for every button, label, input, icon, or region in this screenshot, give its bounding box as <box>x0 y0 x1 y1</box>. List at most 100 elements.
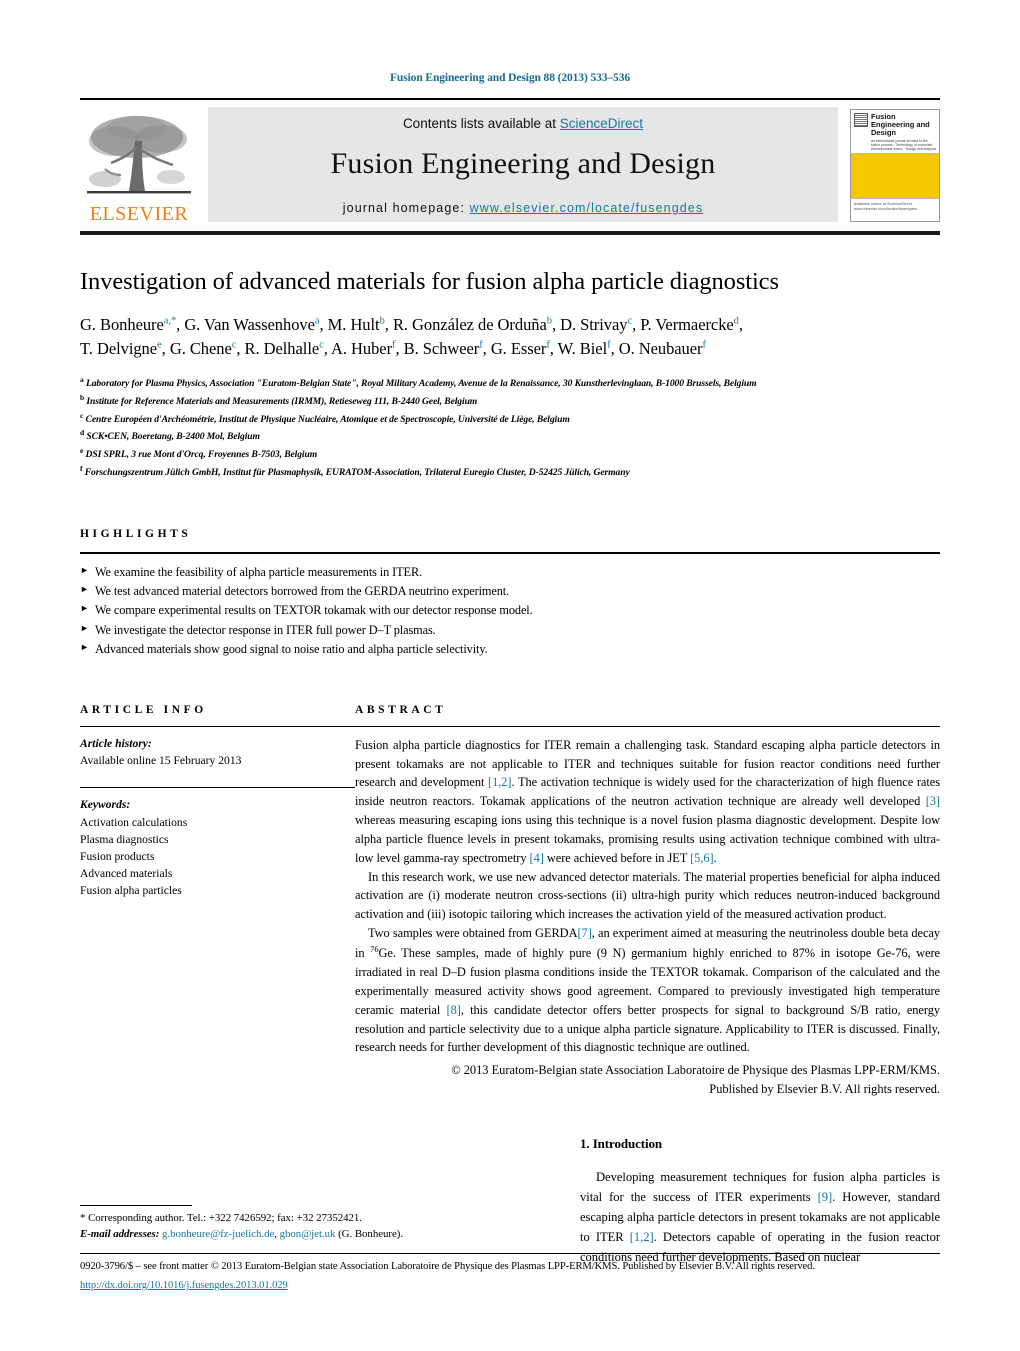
affiliation-text: Laboratory for Plasma Physics, Associati… <box>85 378 757 390</box>
article-history-label: Article history: <box>80 736 152 750</box>
author-name: G. Esser <box>490 339 547 359</box>
article-page: Fusion Engineering and Design 88 (2013) … <box>0 0 1020 1351</box>
citation-ref[interactable]: [9] <box>818 1190 833 1204</box>
cover-badge-icon <box>854 113 868 127</box>
journal-homepage-line: journal homepage: www.elsevier.com/locat… <box>343 201 703 215</box>
cover-color-block <box>851 154 939 198</box>
highlight-text: We examine the feasibility of alpha part… <box>95 564 423 579</box>
page-footer: 0920-3796/$ – see front matter © 2013 Eu… <box>80 1253 940 1293</box>
email-link-primary[interactable]: g.bonheure@fz-juelich.de <box>162 1228 274 1240</box>
affiliation-mark: b <box>80 392 85 402</box>
journal-homepage-link[interactable]: www.elsevier.com/locate/fusengdes <box>470 201 704 215</box>
citation-ref[interactable]: [7] <box>577 926 591 940</box>
citation-ref[interactable]: [4] <box>530 851 544 865</box>
article-history-block: Article history: Available online 15 Feb… <box>80 736 355 770</box>
affiliation-text: Forschungszentrum Jülich GmbH, Institut … <box>84 467 630 479</box>
body-columns: 1. Introduction Developing measurement t… <box>80 1136 940 1267</box>
contents-prefix: Contents lists available at <box>402 116 560 131</box>
running-head: Fusion Engineering and Design 88 (2013) … <box>389 72 631 84</box>
list-item: ► We test advanced material detectors bor… <box>80 582 940 601</box>
author-affil-mark: c <box>319 339 324 351</box>
affiliation-mark: d <box>80 428 85 438</box>
keyword-item: Fusion products <box>80 850 155 864</box>
author-name: G. Chene <box>169 339 232 359</box>
journal-title: Fusion Engineering and Design <box>330 147 716 180</box>
email-line: E-mail addresses: g.bonheure@fz-juelich.… <box>80 1227 520 1243</box>
corresponding-author-mark: * <box>170 315 177 327</box>
author-affil-mark: f <box>702 339 706 351</box>
affiliation-mark: a <box>80 375 84 385</box>
citation-ref[interactable]: [1,2] <box>630 1230 654 1244</box>
left-column <box>80 1136 580 1267</box>
abstract-section: ABSTRACT Fusion alpha particle diagnosti… <box>355 704 940 1099</box>
doi-link[interactable]: http://dx.doi.org/10.1016/j.fusengdes.20… <box>80 1280 288 1291</box>
abstract-paragraph: Fusion alpha particle diagnostics for IT… <box>355 737 940 865</box>
author-name: M. Hult <box>327 315 380 335</box>
author-name: B. Schweer <box>403 339 480 359</box>
keywords-label: Keywords: <box>80 798 131 812</box>
page-title: Investigation of advanced materials for … <box>80 268 779 295</box>
abstract-rule <box>355 725 940 727</box>
highlight-text: We test advanced material detectors borr… <box>95 584 510 599</box>
author-name: O. Neubauer <box>618 339 703 359</box>
abstract-label: ABSTRACT <box>355 703 447 716</box>
abstract-paragraph: In this research work, we use new advanc… <box>355 869 940 922</box>
list-item: ► Advanced materials show good signal to … <box>80 640 940 659</box>
bullet-arrow-icon: ► <box>80 603 89 614</box>
article-info-label: ARTICLE INFO <box>80 703 207 716</box>
affiliation-text: Centre Européen d'Archéométrie, Institut… <box>85 413 570 425</box>
affiliation-item: c Centre Européen d'Archéométrie, Instit… <box>80 410 940 428</box>
highlight-text: Advanced materials show good signal to n… <box>95 642 488 657</box>
article-info-section: ARTICLE INFO Article history: Available … <box>80 704 355 1099</box>
author-affil-mark: f <box>479 339 483 351</box>
copyright-line-2: Published by Elsevier B.V. All rights re… <box>709 1081 940 1096</box>
highlights-list: ► We examine the feasibility of alpha par… <box>80 563 940 660</box>
bullet-arrow-icon: ► <box>80 622 89 633</box>
affiliation-list: a Laboratory for Plasma Physics, Associa… <box>80 374 940 481</box>
cover-title: Fusion Engineering and Design <box>871 112 930 137</box>
citation-ref[interactable]: [5,6] <box>690 851 714 865</box>
citation-ref[interactable]: [8] <box>447 1003 461 1017</box>
abstract-copyright: © 2013 Euratom-Belgian state Association… <box>355 1061 940 1098</box>
elsevier-tree-icon <box>87 116 191 194</box>
highlight-text: We compare experimental results on TEXTO… <box>95 603 533 618</box>
highlights-rule <box>80 551 940 554</box>
sciencedirect-link[interactable]: ScienceDirect <box>560 116 643 131</box>
footnote-rule <box>80 1205 192 1207</box>
citation-ref[interactable]: [3] <box>926 794 940 808</box>
elsevier-wordmark: ELSEVIER <box>89 203 189 225</box>
affiliation-item: f Forschungszentrum Jülich GmbH, Institu… <box>80 463 940 481</box>
corresponding-author-footnote: * Corresponding author. Tel.: +322 74265… <box>80 1205 520 1243</box>
author-affil-mark: f <box>607 339 611 351</box>
keyword-item: Fusion alpha particles <box>80 884 182 898</box>
journal-banner: Contents lists available at ScienceDirec… <box>208 107 838 222</box>
email-link-secondary[interactable]: gbon@jet.uk <box>280 1228 336 1240</box>
author-affil-mark: d <box>733 315 739 327</box>
author-affil-mark: f <box>546 339 550 351</box>
affiliation-text: Institute for Reference Materials and Me… <box>86 395 478 407</box>
abstract-paragraph: Two samples were obtained from GERDA[7],… <box>355 926 941 1055</box>
bullet-arrow-icon: ► <box>80 564 89 575</box>
issn-copyright-line: 0920-3796/$ – see front matter © 2013 Eu… <box>80 1261 815 1273</box>
cover-footer: available online at ScienceDirect www.el… <box>851 198 939 221</box>
email-owner: (G. Bonheure). <box>338 1228 404 1241</box>
affiliation-item: b Institute for Reference Materials and … <box>80 392 940 410</box>
bullet-arrow-icon: ► <box>80 584 89 595</box>
citation-ref[interactable]: [1,2] <box>488 775 512 789</box>
cover-header: Fusion Engineering and Design an interna… <box>851 110 939 154</box>
author-affil-mark: c <box>231 339 237 351</box>
affiliation-item: d SCK•CEN, Boeretang, B-2400 Mol, Belgiu… <box>80 427 940 445</box>
journal-cover-thumbnail: Fusion Engineering and Design an interna… <box>850 109 940 222</box>
section-heading-introduction: 1. Introduction <box>580 1136 663 1152</box>
email-label: E-mail addresses: <box>80 1228 160 1241</box>
keyword-item: Plasma diagnostics <box>80 833 169 847</box>
highlights-label: HIGHLIGHTS <box>80 527 192 540</box>
copyright-line-1: © 2013 Euratom-Belgian state Association… <box>451 1063 940 1078</box>
list-item: ► We investigate the detector response in… <box>80 621 940 640</box>
info-abstract-row: ARTICLE INFO Article history: Available … <box>80 704 940 1099</box>
author-name: P. Vermaercke <box>640 315 734 335</box>
author-name: G. Bonheure <box>80 315 164 335</box>
highlight-text: We investigate the detector response in … <box>95 622 436 637</box>
author-affil-mark: a <box>314 315 320 327</box>
homepage-prefix: journal homepage: <box>342 201 470 215</box>
